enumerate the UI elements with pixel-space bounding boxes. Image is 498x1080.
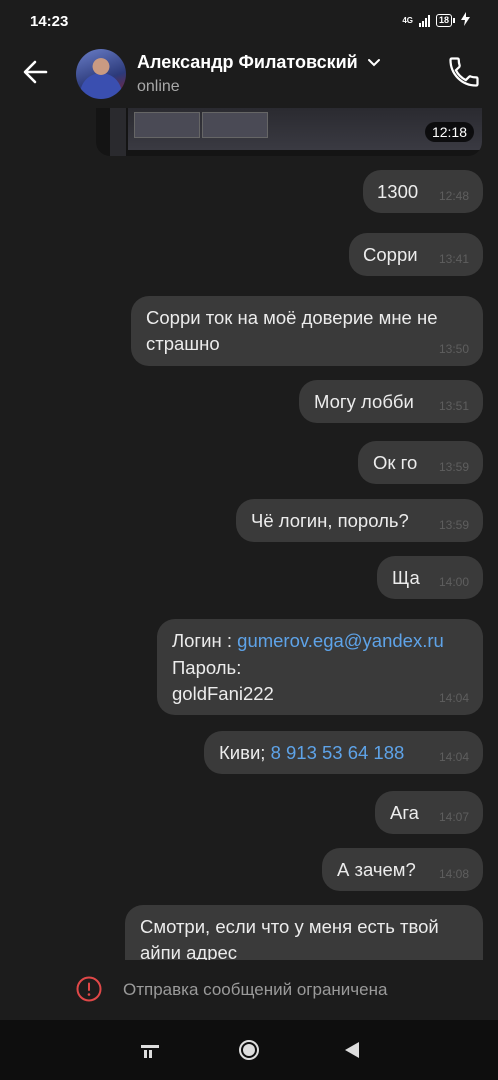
- qiwi-label: Киви;: [219, 742, 271, 763]
- message-time: 13:50: [438, 342, 469, 356]
- alert-circle-icon: [76, 976, 102, 1002]
- status-time: 14:23: [30, 13, 69, 30]
- message-text: Киви; 8 913 53 64 188: [219, 740, 404, 766]
- message-text: Логин : gumerov.ega@yandex.ru: [172, 628, 444, 654]
- system-nav-bar: [0, 1020, 498, 1080]
- message-text: Могу лобби: [314, 391, 414, 412]
- contact-name-row[interactable]: Александр Филатовский: [137, 52, 381, 73]
- home-icon: [239, 1040, 259, 1060]
- contact-name: Александр Филатовский: [137, 52, 358, 72]
- chevron-down-icon: [367, 59, 380, 67]
- message-text: Сорри ток на моё доверие мне не страшно: [146, 307, 438, 354]
- message-text: Ща: [392, 567, 420, 588]
- message-time: 14:04: [438, 750, 469, 764]
- message-bubble[interactable]: А зачем? 14:08: [322, 848, 483, 891]
- recents-icon: [141, 1045, 159, 1058]
- message-text: А зачем?: [337, 859, 416, 880]
- charging-icon: [461, 12, 470, 29]
- password-value: goldFani222: [172, 683, 274, 704]
- message-time: 14:07: [438, 810, 469, 824]
- password-label: Пароль:: [172, 657, 242, 678]
- call-button[interactable]: [446, 54, 482, 90]
- nav-recents-button[interactable]: [136, 1036, 164, 1064]
- preview-sidebar: [110, 108, 126, 156]
- message-time: 14:00: [438, 575, 469, 589]
- nav-back-button[interactable]: [338, 1036, 366, 1064]
- restriction-text: Отправка сообщений ограничена: [123, 980, 388, 999]
- message-time: 14:08: [438, 867, 469, 881]
- battery-icon: 18: [435, 14, 455, 27]
- chat-header: Александр Филатовский online: [0, 44, 498, 106]
- message-time: 13:41: [438, 252, 469, 266]
- message-text: 1300: [377, 181, 419, 202]
- phone-icon: [449, 57, 479, 87]
- message-bubble[interactable]: Ага 14:07: [375, 791, 483, 834]
- messaging-restricted-bar: Отправка сообщений ограничена: [0, 960, 498, 1020]
- avatar[interactable]: [76, 49, 126, 99]
- back-button[interactable]: [16, 52, 56, 92]
- message-text: Сорри: [363, 244, 418, 265]
- arrow-left-icon: [23, 60, 48, 84]
- message-bubble[interactable]: Киви; 8 913 53 64 188 14:04: [204, 731, 483, 774]
- message-bubble[interactable]: Сорри ток на моё доверие мне не страшно …: [131, 296, 483, 366]
- message-text: Смотри, если что у меня есть твой айпи а…: [140, 916, 439, 963]
- message-bubble[interactable]: Ок го 13:59: [358, 441, 483, 484]
- message-time: 12:48: [438, 189, 469, 203]
- message-text: Ага: [390, 802, 419, 823]
- network-type: 4G: [402, 16, 413, 25]
- contact-status: online: [137, 78, 180, 95]
- image-message[interactable]: 12:18: [96, 108, 482, 156]
- message-text: Чё логин, пороль?: [251, 510, 409, 531]
- phone-link[interactable]: 8 913 53 64 188: [271, 742, 405, 763]
- login-label: Логин :: [172, 630, 238, 651]
- message-bubble[interactable]: Ща 14:00: [377, 556, 483, 599]
- message-time: 14:04: [438, 691, 469, 705]
- status-bar: 14:23 4G 18: [0, 0, 498, 44]
- message-time: 13:51: [438, 399, 469, 413]
- signal-icon: [418, 14, 430, 27]
- email-link[interactable]: gumerov.ega@yandex.ru: [237, 630, 444, 651]
- message-text: Ок го: [373, 452, 418, 473]
- message-bubble[interactable]: 1300 12:48: [363, 170, 483, 213]
- message-time: 13:59: [438, 518, 469, 532]
- battery-level: 18: [435, 14, 452, 27]
- status-icons: 4G 18: [402, 12, 470, 29]
- message-bubble[interactable]: Логин : gumerov.ega@yandex.ru Пароль: go…: [157, 619, 483, 715]
- message-bubble[interactable]: Могу лобби 13:51: [299, 380, 483, 423]
- message-time: 13:59: [438, 460, 469, 474]
- back-triangle-icon: [345, 1042, 359, 1058]
- message-bubble[interactable]: Сорри 13:41: [349, 233, 483, 276]
- nav-home-button[interactable]: [235, 1036, 263, 1064]
- message-bubble[interactable]: Чё логин, пороль? 13:59: [236, 499, 483, 542]
- message-time: 12:18: [424, 122, 474, 142]
